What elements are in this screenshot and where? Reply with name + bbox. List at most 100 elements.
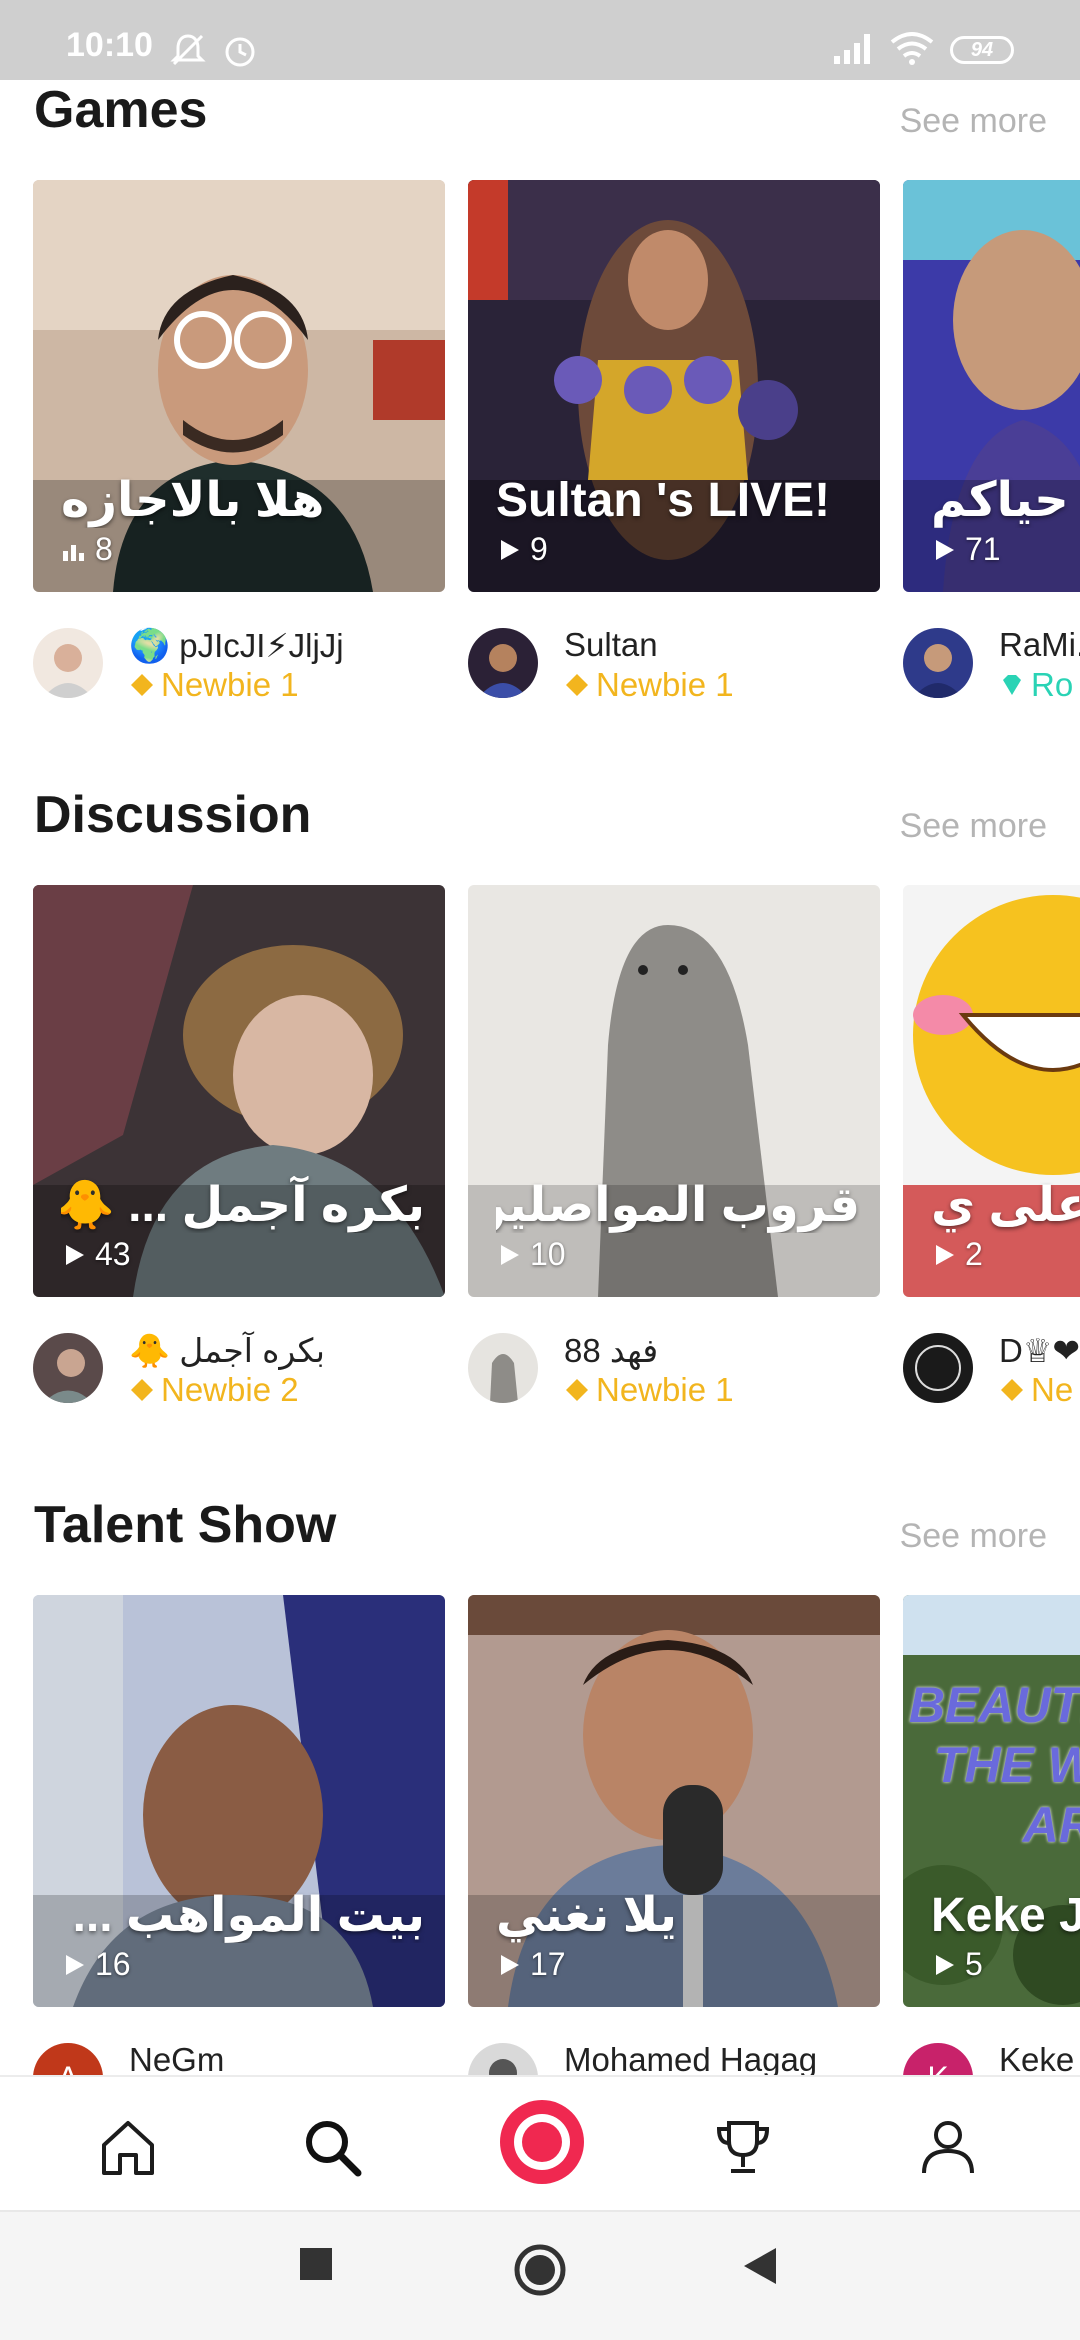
card-title: على ي...: [931, 1179, 1080, 1232]
profile-icon: [922, 2121, 974, 2174]
level-label: Ro: [1031, 666, 1074, 700]
owner-name: 🐥 بكره آجمل: [129, 1332, 325, 1369]
level-diamond-icon: [131, 1379, 153, 1401]
play-icon: [936, 539, 954, 560]
system-navigation-bar: [0, 2210, 1080, 2340]
svg-text:A: A: [57, 2060, 79, 2075]
section-title: Games: [34, 81, 208, 139]
card-owner[interactable]: K Keke: [903, 2035, 1080, 2075]
see-more-link[interactable]: See more: [900, 807, 1047, 846]
card-title: بكره آجمل ... 🐥 !: [61, 1179, 425, 1232]
nav-search[interactable]: [292, 2107, 372, 2187]
play-icon: [501, 539, 519, 560]
level-label: Newbie 1: [596, 666, 734, 703]
see-more-link[interactable]: See more: [900, 1517, 1047, 1556]
owner-name: NeGm: [129, 2041, 225, 2075]
level-diamond-icon: [566, 674, 588, 696]
nav-home[interactable]: [88, 2107, 168, 2187]
owner-name: RaMi..: [999, 626, 1080, 663]
live-card[interactable]: يلا نغني 17: [468, 1595, 880, 2007]
card-owner[interactable]: A NeGm: [33, 2035, 453, 2075]
owner-level: Ro: [999, 666, 1073, 700]
avatar: [468, 1333, 538, 1403]
section-title: Discussion: [34, 786, 312, 844]
owner-level: Newbie 1: [129, 666, 299, 704]
back-icon[interactable]: [742, 2246, 778, 2286]
viewer-count: 5: [931, 1946, 983, 1983]
avatar: [468, 628, 538, 698]
owner-name: Keke: [999, 2041, 1075, 2075]
viewer-count: 17: [496, 1946, 566, 1983]
count-value: 43: [95, 1236, 131, 1272]
avatar: [903, 628, 973, 698]
card-title: قروب المواصلين: [496, 1179, 860, 1232]
section-discussion: Discussion See more بكره آجمل ... 🐥 ! 43: [0, 785, 1080, 1435]
count-value: 16: [95, 1946, 131, 1982]
live-card[interactable]: BEAUTI THE W AR Keke J 5: [903, 1595, 1080, 2007]
card-title: Sultan 's LIVE!: [496, 474, 831, 527]
play-icon: [501, 1954, 519, 1975]
signal-icon: [834, 34, 870, 64]
count-value: 8: [95, 531, 113, 567]
level-label: Newbie 1: [596, 1371, 734, 1408]
live-card[interactable]: قروب المواصلين 10: [468, 885, 880, 1297]
play-icon: [936, 1954, 954, 1975]
card-owner[interactable]: Sultan Newbie 1: [468, 620, 888, 703]
home-icon: [102, 2121, 154, 2175]
card-title: يلا نغني: [496, 1889, 678, 1942]
recents-icon[interactable]: [298, 2246, 334, 2282]
see-more-link[interactable]: See more: [900, 102, 1047, 141]
count-value: 71: [965, 531, 1001, 567]
level-gem-icon: [1003, 675, 1021, 695]
live-card[interactable]: حياكم 71: [903, 180, 1080, 592]
count-value: 17: [530, 1946, 566, 1982]
level-diamond-icon: [131, 674, 153, 696]
owner-level: Ne: [999, 1371, 1073, 1405]
card-thumbnail: [903, 885, 1080, 1297]
level-label: Newbie 1: [161, 666, 299, 703]
live-card[interactable]: Sultan 's LIVE! 9: [468, 180, 880, 592]
live-card[interactable]: بيت المواهب ... ✨ 16: [33, 1595, 445, 2007]
trophy-icon: [716, 2121, 770, 2173]
owner-name: D♕❤: [999, 1332, 1080, 1369]
viewer-count: 2: [931, 1236, 983, 1273]
card-owner[interactable]: Mohamed Hagag: [468, 2035, 888, 2075]
count-value: 10: [530, 1236, 566, 1272]
viewer-count: 8: [61, 531, 113, 568]
live-card[interactable]: على ي... 2: [903, 885, 1080, 1297]
discover-content[interactable]: Games See more هلا بالاجازه 8 Sultan 's …: [0, 80, 1080, 2075]
owner-level: Newbie 1: [564, 666, 734, 704]
level-diamond-icon: [566, 1379, 588, 1401]
owner-name: 🌍 pJIcJI⚡JljJj: [129, 627, 344, 664]
card-owner[interactable]: D♕❤ Ne: [903, 1325, 1080, 1405]
owner-level: Newbie 2: [129, 1371, 299, 1409]
count-value: 9: [530, 531, 548, 567]
avatar: [468, 2043, 538, 2075]
nav-leaderboard[interactable]: [703, 2107, 783, 2187]
card-owner[interactable]: 🌍 pJIcJI⚡JljJj Newbie 1: [33, 620, 453, 703]
avatar: A: [33, 2043, 103, 2075]
notifications-muted-icon: [170, 34, 206, 66]
play-icon: [501, 1244, 519, 1265]
live-card[interactable]: هلا بالاجازه 8: [33, 180, 445, 592]
wifi-icon: [890, 32, 934, 65]
count-value: 5: [965, 1946, 983, 1982]
avatar: [903, 1333, 973, 1403]
status-bar: 10:10 94: [0, 0, 1080, 80]
avatar: [33, 1333, 103, 1403]
viewer-count: 71: [931, 531, 1001, 568]
section-games: Games See more هلا بالاجازه 8 Sultan 's …: [0, 80, 1080, 730]
card-owner[interactable]: 🐥 بكره آجمل Newbie 2: [33, 1325, 453, 1408]
battery-indicator: 94: [950, 36, 1014, 64]
nav-profile[interactable]: [908, 2107, 988, 2187]
card-owner[interactable]: RaMi.. Ro: [903, 620, 1080, 700]
home-circle-icon[interactable]: [512, 2242, 568, 2298]
owner-name: Sultan: [564, 626, 658, 663]
play-icon: [66, 1954, 84, 1975]
level-label: Newbie 2: [161, 1371, 299, 1408]
card-title: بيت المواهب ... ✨: [61, 1889, 425, 1942]
owner-name: فهد 88: [564, 1332, 659, 1369]
live-card[interactable]: بكره آجمل ... 🐥 ! 43: [33, 885, 445, 1297]
card-owner[interactable]: فهد 88 Newbie 1: [468, 1325, 888, 1408]
nav-go-live[interactable]: [497, 2097, 587, 2187]
